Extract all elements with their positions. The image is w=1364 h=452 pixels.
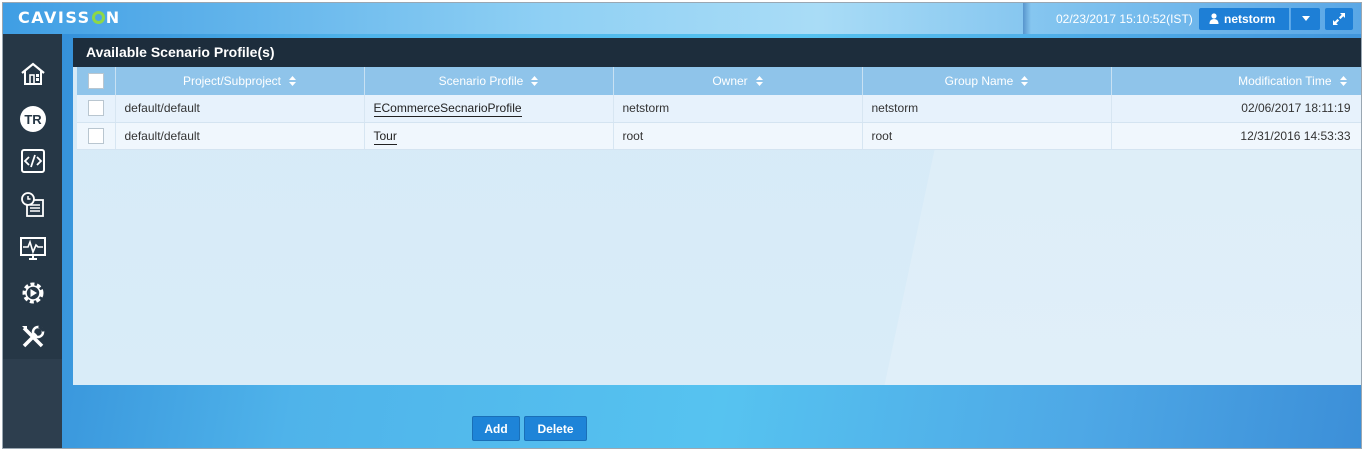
scenario-profile-link[interactable]: Tour	[373, 128, 397, 145]
fullscreen-button[interactable]	[1325, 8, 1353, 30]
home-icon[interactable]	[19, 60, 47, 88]
cell-project: default/default	[115, 122, 365, 150]
delete-button[interactable]: Delete	[524, 416, 587, 441]
cell-modification-time: 02/06/2017 18:11:19	[1111, 95, 1361, 123]
cell-owner: netstorm	[613, 95, 863, 123]
cell-owner: root	[613, 122, 863, 150]
sort-icon	[1021, 75, 1029, 89]
table-row[interactable]: default/default Tour root root 12/31/201…	[77, 122, 1361, 150]
column-header-scenario-profile[interactable]: Scenario Profile	[364, 67, 614, 95]
select-all-checkbox[interactable]	[87, 73, 104, 89]
user-icon	[1209, 8, 1219, 30]
expand-icon	[1333, 13, 1345, 25]
row-checkbox[interactable]	[87, 127, 104, 144]
caret-down-icon	[1302, 16, 1310, 21]
top-bar: CAVISS N 02/23/2017 15:10:52(IST) netstor…	[3, 3, 1361, 34]
scenario-profile-table: Project/Subproject Scenario Profile Owne…	[77, 67, 1361, 150]
panel-title: Available Scenario Profile(s)	[73, 38, 1361, 67]
tools-icon[interactable]	[19, 323, 47, 351]
select-all-checkbox-cell[interactable]	[77, 67, 116, 95]
cell-modification-time: 12/31/2016 14:53:33	[1111, 122, 1361, 150]
tr-icon[interactable]: TR	[19, 105, 47, 133]
scenario-clock-icon[interactable]	[19, 191, 47, 219]
sort-icon	[289, 75, 297, 89]
column-header-project[interactable]: Project/Subproject	[115, 67, 365, 95]
svg-text:TR: TR	[24, 112, 42, 127]
app-frame: CAVISS N 02/23/2017 15:10:52(IST) netstor…	[2, 2, 1362, 449]
scenario-profile-panel: Available Scenario Profile(s) Project/Su…	[73, 38, 1361, 385]
cavisson-logo: CAVISS N	[18, 8, 121, 27]
sidebar: TR	[3, 34, 62, 448]
row-checkbox[interactable]	[87, 100, 104, 117]
cell-group: root	[862, 122, 1112, 150]
cell-project: default/default	[115, 95, 365, 123]
sort-icon	[531, 75, 539, 89]
sort-icon	[755, 75, 763, 89]
user-name: netstorm	[1224, 12, 1276, 26]
server-datetime: 02/23/2017 15:10:52(IST)	[1056, 12, 1193, 26]
scenario-profile-link[interactable]: ECommerceSecnarioProfile	[373, 101, 522, 118]
table-row[interactable]: default/default ECommerceSecnarioProfile…	[77, 95, 1361, 123]
settings-play-icon[interactable]	[19, 279, 47, 307]
user-dropdown-button[interactable]	[1290, 8, 1320, 30]
column-header-owner[interactable]: Owner	[613, 67, 863, 95]
user-menu-button[interactable]: netstorm	[1199, 8, 1289, 30]
column-header-modification-time[interactable]: Modification Time	[1111, 67, 1361, 95]
sort-icon	[1339, 75, 1347, 89]
add-button[interactable]: Add	[472, 416, 520, 441]
table-header-row: Project/Subproject Scenario Profile Owne…	[77, 67, 1361, 95]
column-header-group-name[interactable]: Group Name	[862, 67, 1112, 95]
monitor-icon[interactable]	[19, 235, 47, 263]
cell-group: netstorm	[862, 95, 1112, 123]
code-icon[interactable]	[19, 147, 47, 175]
